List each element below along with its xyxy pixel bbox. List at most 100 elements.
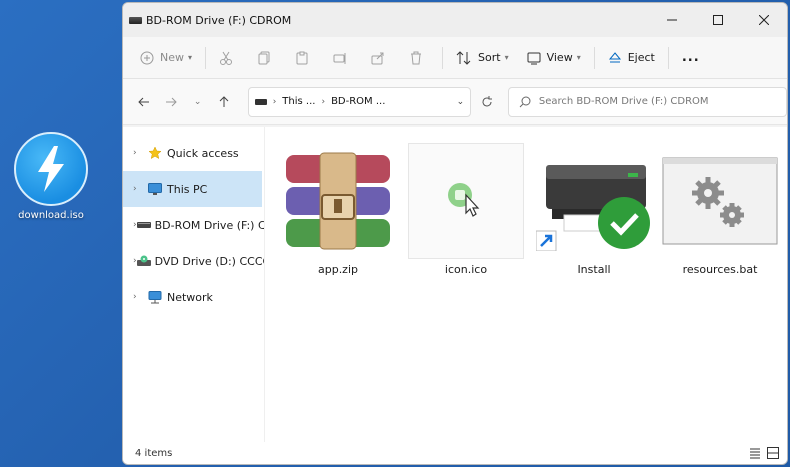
refresh-button[interactable] xyxy=(473,88,500,116)
file-item-install[interactable]: Install xyxy=(535,143,653,276)
command-bar: New ▾ Sort ▾ View ▾ Eject ... xyxy=(123,37,787,79)
dvd-icon xyxy=(136,254,151,268)
view-label: View xyxy=(546,51,573,64)
toolbar-divider xyxy=(442,46,444,69)
search-box[interactable]: Search BD-ROM Drive (F:) CDROM xyxy=(507,86,787,117)
scissors-icon xyxy=(220,51,233,65)
maximize-button[interactable] xyxy=(695,3,741,37)
sidebar-item-network[interactable]: › Network xyxy=(123,279,264,315)
eject-icon xyxy=(608,51,621,62)
view-icon xyxy=(527,52,541,64)
new-button[interactable]: New ▾ xyxy=(131,43,201,73)
sidebar-item-bd-rom[interactable]: › BD-ROM Drive (F:) C xyxy=(123,207,264,243)
paste-button[interactable] xyxy=(286,43,324,73)
batch-file-icon xyxy=(662,143,778,259)
large-icons-view-icon[interactable] xyxy=(767,447,779,459)
view-button[interactable]: View ▾ xyxy=(518,43,590,73)
explorer-window: BD-ROM Drive (F:) CDROM New ▾ Sort ▾ Vie… xyxy=(122,2,788,465)
file-item-resources-bat[interactable]: resources.bat xyxy=(661,143,779,276)
file-item-app-zip[interactable]: app.zip xyxy=(279,143,397,276)
recent-locations-button[interactable]: ⌄ xyxy=(184,88,211,116)
explorer-body: › Quick access › This PC › BD-ROM Drive … xyxy=(123,127,787,442)
maximize-icon xyxy=(713,15,723,25)
navigation-pane: › Quick access › This PC › BD-ROM Drive … xyxy=(123,127,265,442)
up-button[interactable] xyxy=(211,88,238,116)
chevron-down-icon: ▾ xyxy=(188,53,193,62)
toolbar-divider xyxy=(593,46,595,69)
chevron-right-icon[interactable]: › xyxy=(133,184,147,194)
arrow-up-icon xyxy=(219,95,229,107)
search-icon xyxy=(519,96,531,107)
cut-button[interactable] xyxy=(210,43,248,73)
sidebar-item-label: Quick access xyxy=(167,146,239,160)
close-button[interactable] xyxy=(741,3,787,37)
chevron-right-icon[interactable]: › xyxy=(133,148,147,158)
window-controls xyxy=(649,3,787,37)
rename-button[interactable] xyxy=(324,43,362,73)
eject-button[interactable]: Eject xyxy=(599,43,664,73)
eject-label: Eject xyxy=(627,51,655,64)
sidebar-item-this-pc[interactable]: › This PC xyxy=(123,171,262,207)
new-label: New xyxy=(160,51,184,64)
sort-button[interactable]: Sort ▾ xyxy=(447,43,518,73)
close-icon xyxy=(759,15,769,25)
share-button[interactable] xyxy=(362,43,400,73)
copy-button[interactable] xyxy=(248,43,286,73)
chevron-right-icon[interactable]: › xyxy=(133,292,147,302)
trash-icon xyxy=(411,51,422,64)
chevron-down-icon: ▾ xyxy=(504,53,509,62)
breadcrumb-bd-rom[interactable]: BD-ROM ... xyxy=(331,96,385,107)
details-view-icon[interactable] xyxy=(749,447,761,459)
chevron-right-icon: › xyxy=(321,96,326,107)
address-dropdown-icon[interactable]: ⌄ xyxy=(457,97,465,107)
monitor-icon xyxy=(147,182,163,196)
sidebar-item-label: Network xyxy=(167,290,213,304)
minimize-icon xyxy=(667,19,677,21)
more-options-button[interactable]: ... xyxy=(673,43,709,73)
delete-button[interactable] xyxy=(400,43,438,73)
address-bar[interactable]: › This ... › BD-ROM ... ⌄ xyxy=(247,86,472,117)
chevron-right-icon: › xyxy=(272,96,277,107)
file-name: app.zip xyxy=(317,263,358,276)
file-item-icon-ico[interactable]: icon.ico xyxy=(407,143,525,276)
file-name: Install xyxy=(577,263,611,276)
paste-icon xyxy=(296,51,308,64)
arrow-right-icon xyxy=(166,97,177,106)
plus-circle-icon xyxy=(140,51,154,64)
address-row: ⌄ › This ... › BD-ROM ... ⌄ Search BD-RO… xyxy=(123,79,787,125)
arrow-left-icon xyxy=(138,97,150,106)
copy-icon xyxy=(258,51,270,64)
back-button[interactable] xyxy=(131,88,158,116)
view-toggle xyxy=(749,447,787,459)
toolbar-divider xyxy=(667,46,669,69)
rename-icon xyxy=(333,52,346,64)
desktop-icon-label: download.iso xyxy=(18,210,84,221)
winrar-archive-icon xyxy=(280,143,396,259)
breadcrumb-this-pc[interactable]: This ... xyxy=(282,96,315,107)
more-icon: ... xyxy=(681,50,700,65)
sidebar-item-dvd-drive[interactable]: › DVD Drive (D:) CCCC xyxy=(123,243,264,279)
star-icon xyxy=(147,146,163,160)
sort-icon xyxy=(456,50,471,65)
ico-file-icon xyxy=(408,143,524,259)
lightning-disc-icon xyxy=(14,132,88,206)
file-name: resources.bat xyxy=(682,263,758,276)
drive-icon xyxy=(136,218,151,232)
refresh-icon xyxy=(482,95,492,106)
sort-label: Sort xyxy=(478,51,501,64)
installer-shortcut-icon xyxy=(536,143,652,259)
item-count: 4 items xyxy=(135,447,173,459)
network-icon xyxy=(147,290,163,304)
file-name: icon.ico xyxy=(444,263,488,276)
status-bar: 4 items xyxy=(123,442,787,464)
window-title: BD-ROM Drive (F:) CDROM xyxy=(146,13,292,27)
title-bar[interactable]: BD-ROM Drive (F:) CDROM xyxy=(123,3,787,37)
desktop-icon-download-iso[interactable]: download.iso xyxy=(12,132,90,221)
forward-button[interactable] xyxy=(158,88,185,116)
toolbar-divider xyxy=(205,46,207,69)
drive-icon xyxy=(129,16,142,24)
minimize-button[interactable] xyxy=(649,3,695,37)
sidebar-item-quick-access[interactable]: › Quick access xyxy=(123,135,264,171)
chevron-down-icon: ⌄ xyxy=(193,96,202,107)
sidebar-item-label: DVD Drive (D:) CCCC xyxy=(154,254,265,268)
